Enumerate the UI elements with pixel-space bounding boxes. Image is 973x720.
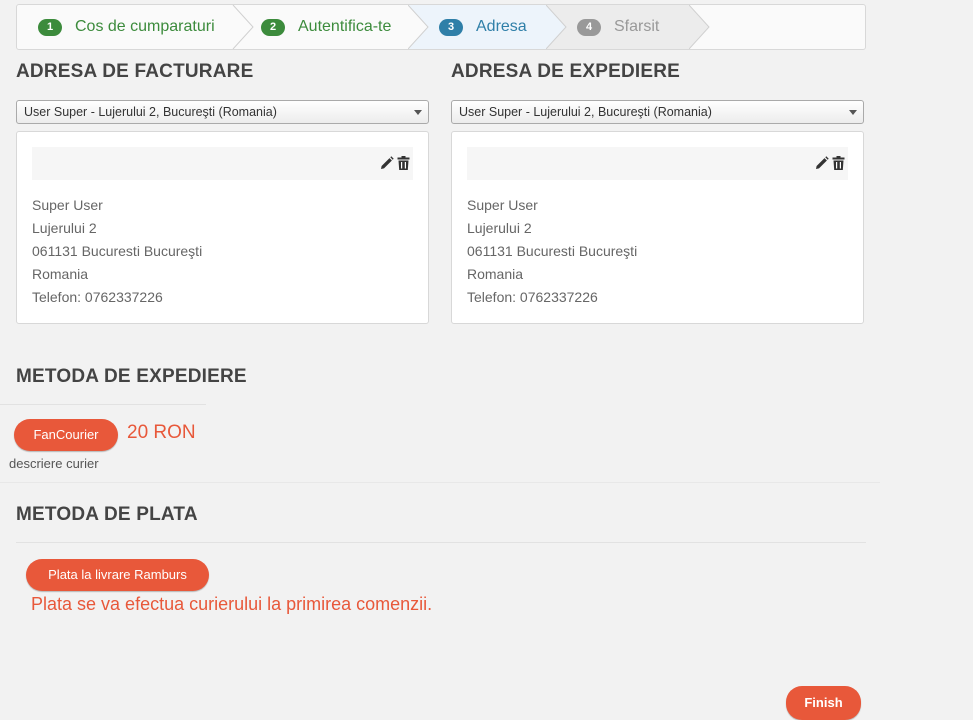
address-city: 061131 Bucuresti Bucureşti <box>467 243 638 259</box>
shipping-address-card: Super User Lujerului 2 061131 Bucuresti … <box>451 131 864 324</box>
payment-note: Plata se va efectua curierului la primir… <box>31 594 433 614</box>
trash-icon[interactable] <box>832 156 845 170</box>
shipping-address-select[interactable]: User Super - Lujerului 2, Bucureşti (Rom… <box>451 100 864 124</box>
pencil-icon[interactable] <box>815 156 829 170</box>
fancourier-button[interactable]: FanCourier <box>14 419 118 451</box>
cash-on-delivery-button[interactable]: Plata la livrare Ramburs <box>26 559 209 591</box>
divider <box>0 482 880 483</box>
step-finish: 4 Sfarsit <box>577 5 659 49</box>
address-city: 061131 Bucuresti Bucureşti <box>32 243 203 259</box>
step-number: 3 <box>439 18 463 36</box>
address-country: Romania <box>32 266 89 282</box>
step-number: 4 <box>577 18 601 36</box>
step-separator <box>408 5 429 49</box>
pencil-icon[interactable] <box>380 156 394 170</box>
courier-description: descriere curier <box>9 456 99 471</box>
card-toolbar <box>32 147 413 180</box>
delivery-price: 20 RON <box>127 422 196 443</box>
card-tools <box>815 156 845 170</box>
billing-address-lines: Super User Lujerului 2 061131 Bucuresti … <box>32 194 202 309</box>
step-separator <box>546 5 567 49</box>
chevron-down-icon <box>414 110 422 115</box>
shipping-select-value: User Super - Lujerului 2, Bucureşti (Rom… <box>459 105 712 119</box>
delivery-title: METODA DE EXPEDIERE <box>16 366 247 387</box>
shipping-title: ADRESA DE EXPEDIERE <box>451 61 681 82</box>
address-phone: Telefon: 0762337226 <box>32 289 163 305</box>
payment-title: METODA DE PLATA <box>16 504 198 525</box>
chevron-down-icon <box>849 110 857 115</box>
address-street: Lujerului 2 <box>467 220 532 236</box>
billing-address-select[interactable]: User Super - Lujerului 2, Bucureşti (Rom… <box>16 100 429 124</box>
step-number: 2 <box>261 18 285 36</box>
finish-button[interactable]: Finish <box>786 686 861 720</box>
step-label: Adresa <box>476 18 527 35</box>
card-tools <box>380 156 410 170</box>
step-label: Cos de cumparaturi <box>75 18 215 35</box>
step-cart[interactable]: 1 Cos de cumparaturi <box>38 5 215 49</box>
checkout-steps: 1 Cos de cumparaturi 2 Autentifica-te 3 … <box>16 4 866 50</box>
address-street: Lujerului 2 <box>32 220 97 236</box>
step-number: 1 <box>38 18 62 36</box>
billing-select-value: User Super - Lujerului 2, Bucureşti (Rom… <box>24 105 277 119</box>
address-phone: Telefon: 0762337226 <box>467 289 598 305</box>
billing-title: ADRESA DE FACTURARE <box>16 61 254 82</box>
trash-icon[interactable] <box>397 156 410 170</box>
step-label: Sfarsit <box>614 18 660 35</box>
step-separator <box>689 5 710 49</box>
divider <box>16 542 866 543</box>
card-toolbar <box>467 147 848 180</box>
billing-address-card: Super User Lujerului 2 061131 Bucuresti … <box>16 131 429 324</box>
address-name: Super User <box>32 197 103 213</box>
shipping-address-lines: Super User Lujerului 2 061131 Bucuresti … <box>467 194 637 309</box>
step-separator <box>232 5 254 49</box>
step-address[interactable]: 3 Adresa <box>439 5 527 49</box>
address-name: Super User <box>467 197 538 213</box>
step-label: Autentifica-te <box>298 18 392 35</box>
address-country: Romania <box>467 266 524 282</box>
divider <box>0 404 206 405</box>
step-login[interactable]: 2 Autentifica-te <box>261 5 391 49</box>
